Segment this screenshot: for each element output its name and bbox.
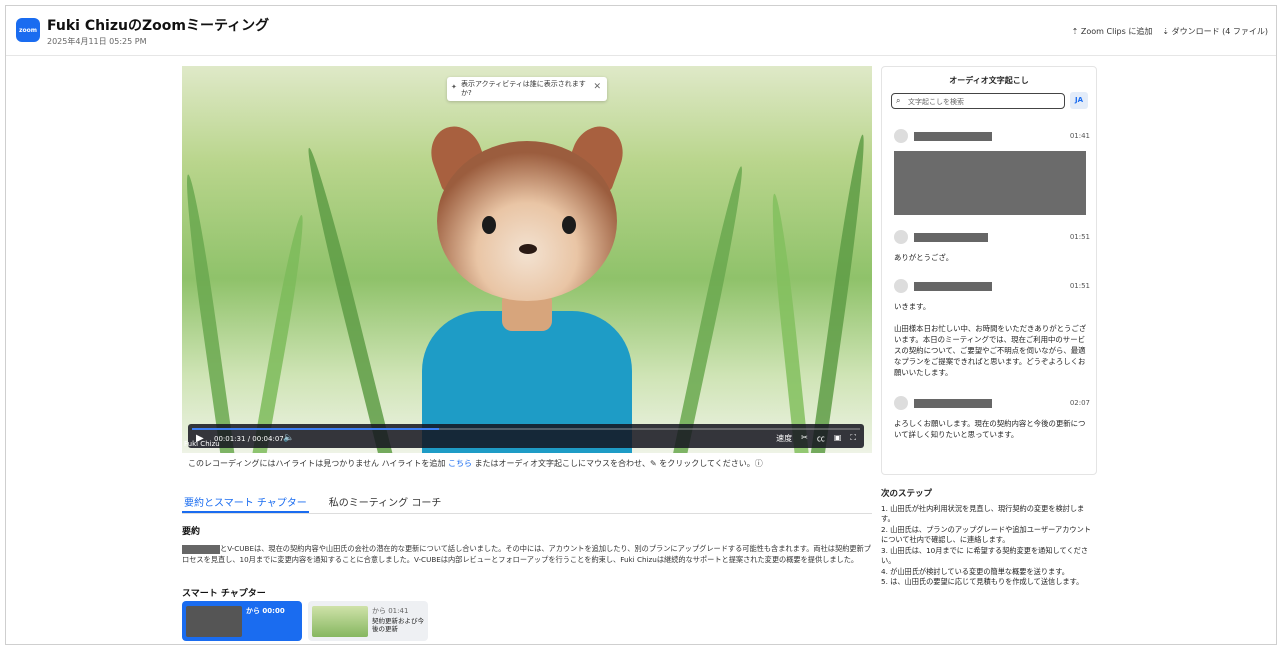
avatar [894, 129, 908, 143]
tab-meeting-coach[interactable]: 私のミーティング コーチ [327, 492, 444, 513]
chapter-time: から 00:00 [246, 607, 285, 615]
entry-time: 01:51 [1069, 282, 1090, 290]
app-window: zoom Fuki ChizuのZoomミーティング 2025年4月11日 05… [5, 5, 1277, 645]
chapter-list: から 00:00 から 01:41 契約更新および今後の更新 [182, 601, 428, 641]
next-step-item: 3. 山田氏は、10月までに に希望する契約変更を通知してください。 [881, 545, 1089, 566]
download-label: ダウンロード (4 ファイル) [1171, 27, 1268, 36]
grass-blade [808, 133, 870, 453]
avatar [894, 230, 908, 244]
volume-icon[interactable]: 🔈 [283, 433, 294, 443]
zoom-logo-icon: zoom [16, 18, 40, 42]
avatar-eye [482, 216, 496, 234]
entry-text: ありがとうござ。 [894, 253, 954, 262]
video-player[interactable]: ✦ 表示アクティビティは誰に表示されますか? ✕ ▶ 00:01:31 / 00… [182, 66, 872, 453]
redacted-name [182, 544, 220, 554]
entry-time: 01:51 [1069, 233, 1090, 241]
avatar-eye [562, 216, 576, 234]
player-right-controls: 速度 ✂ ㏄ ▣ ⛶ [776, 433, 856, 444]
hint-prefix: このレコーディングにはハイライトは見つかりません ハイライトを追加 [188, 459, 446, 468]
entry-text: いきます。 山田様本日お忙しい中、お時間をいただきありがとうございます。本日のミ… [894, 302, 1087, 377]
close-icon[interactable]: ✕ [593, 83, 601, 92]
summary-tabs: 要約とスマート チャプター 私のミーティング コーチ [182, 492, 872, 514]
grass-blade [302, 146, 396, 453]
entry-time: 02:07 [1069, 399, 1090, 407]
activity-visibility-tooltip: ✦ 表示アクティビティは誰に表示されますか? ✕ [447, 77, 607, 101]
redacted-speaker [914, 399, 992, 408]
next-step-item: 5. は、山田氏の要望に応じて見積もりを作成して送信します。 [881, 577, 1084, 586]
chapter-card[interactable]: から 01:41 契約更新および今後の更新 [308, 601, 428, 641]
chapters-heading: スマート チャプター [182, 589, 266, 599]
time-display: 00:01:31 / 00:04:07 [214, 435, 284, 443]
meeting-datetime: 2025年4月11日 05:25 PM [47, 37, 147, 46]
hint-suffix: またはオーディオ文字起こしにマウスを合わせ、✎ をクリックしてください。ⓘ [474, 459, 763, 468]
sparkle-icon: ✦ [451, 83, 457, 91]
entry-time: 01:41 [1069, 132, 1090, 140]
summary-heading: 要約 [182, 527, 201, 537]
search-placeholder: 文字起こしを検索 [908, 98, 964, 106]
download-icon: ⇣ [1162, 27, 1172, 36]
tooltip-text: 表示アクティビティは誰に表示されますか? [461, 80, 586, 97]
next-step-item: 2. 山田氏は、プランのアップグレードや追加ユーザーアカウントについて社内で確認… [881, 524, 1091, 545]
caption-icon[interactable]: ㏄ [817, 433, 825, 444]
add-highlight-link[interactable]: こちら [448, 459, 472, 468]
scissors-icon[interactable]: ✂ [801, 433, 808, 444]
highlight-hint: このレコーディングにはハイライトは見つかりません ハイライトを追加 こちら また… [188, 458, 763, 469]
grass-blade [669, 164, 749, 453]
progress-fill [192, 428, 440, 430]
total-time: 00:04:07 [252, 435, 284, 443]
chapter-thumbnail [312, 606, 368, 637]
transcript-panel: オーディオ文字起こし ⌕ 文字起こしを検索 JA 01:41 01:51 ありが… [881, 66, 1097, 475]
pip-icon[interactable]: ▣ [834, 433, 842, 444]
chapter-label: 契約更新および今後の更新 [372, 617, 424, 633]
grass-blade [767, 193, 811, 453]
chapter-thumbnail [186, 606, 242, 637]
summary-text: とV-CUBEは、現在の契約内容や山田氏の会社の潜在的な更新について話し合いまし… [182, 543, 872, 565]
redacted-block [894, 151, 1086, 215]
avatar [894, 396, 908, 410]
page-title: Fuki ChizuのZoomミーティング [47, 18, 270, 34]
redacted-speaker [914, 282, 992, 291]
speed-button[interactable]: 速度 [776, 433, 792, 444]
upload-icon: ⇡ [1071, 27, 1081, 36]
summary-body: とV-CUBEは、現在の契約内容や山田氏の会社の潜在的な更新について話し合いまし… [182, 544, 871, 564]
download-button[interactable]: ⇣ ダウンロード (4 ファイル) [1162, 26, 1268, 37]
progress-bar[interactable] [192, 428, 860, 430]
next-steps: 次のステップ 1. 山田氏が社内利用状況を見直し、現行契約の変更を検討します。 … [881, 489, 1097, 588]
add-to-clips-label: Zoom Clips に追加 [1080, 27, 1153, 36]
participant-name-overlay: Fuki Chizu [184, 440, 220, 448]
grass-blade [249, 213, 309, 453]
chapter-time: から 01:41 [372, 607, 409, 615]
transcript-title: オーディオ文字起こし [949, 76, 1029, 85]
entry-text: よろしくお願いします。現在の契約内容と今後の更新について詳しく知りたいと思ってい… [894, 419, 1086, 439]
next-step-item: 4. が山田氏が検討している変更の簡単な概要を送ります。 [881, 566, 1069, 576]
player-controls: ▶ 00:01:31 / 00:04:07 🔈 速度 ✂ ㏄ ▣ ⛶ [188, 424, 864, 448]
redacted-speaker [914, 233, 988, 242]
avatar-cat-head [437, 141, 617, 301]
chapter-card[interactable]: から 00:00 [182, 601, 302, 641]
add-to-clips-button[interactable]: ⇡ Zoom Clips に追加 [1072, 26, 1153, 37]
fullscreen-icon[interactable]: ⛶ [850, 433, 856, 444]
transcript-search-input[interactable]: ⌕ 文字起こしを検索 [891, 93, 1065, 109]
avatar [894, 279, 908, 293]
search-icon: ⌕ [896, 96, 901, 105]
grass-blade [182, 173, 237, 453]
header: zoom Fuki ChizuのZoomミーティング 2025年4月11日 05… [6, 6, 1276, 56]
time-separator: / [247, 435, 251, 443]
header-actions: ⇡ Zoom Clips に追加 ⇣ ダウンロード (4 ファイル) [1072, 26, 1268, 37]
redacted-speaker [914, 132, 992, 141]
language-button[interactable]: JA [1070, 92, 1088, 109]
avatar-nose [519, 244, 537, 254]
tab-summary-chapters[interactable]: 要約とスマート チャプター [182, 492, 309, 513]
next-step-item: 1. 山田氏が社内利用状況を見直し、現行契約の変更を検討します。 [881, 503, 1085, 524]
next-steps-heading: 次のステップ [881, 489, 933, 499]
